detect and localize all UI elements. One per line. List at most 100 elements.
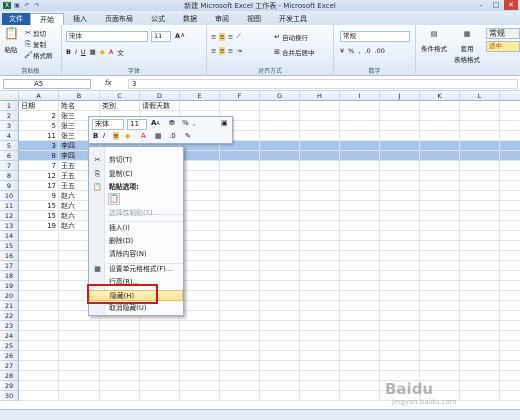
cell[interactable] [420,211,460,221]
cell-c[interactable] [100,341,140,351]
cell[interactable] [380,311,420,321]
cell[interactable] [460,221,500,231]
cell[interactable] [260,291,300,301]
cell-a[interactable] [19,311,59,321]
cell-a[interactable] [19,341,59,351]
cell[interactable] [260,171,300,181]
cell[interactable] [260,301,300,311]
cell[interactable] [460,121,500,131]
cell[interactable] [300,381,340,391]
cell-c[interactable] [100,331,140,341]
cell[interactable] [380,231,420,241]
cell[interactable] [460,211,500,221]
conditional-format-button[interactable]: ▤ 条件格式 [420,30,448,53]
cell[interactable] [220,151,260,161]
cell[interactable] [180,301,220,311]
cell-a[interactable] [19,281,59,291]
cell[interactable] [180,271,220,281]
formula-input[interactable]: 3 [128,79,518,89]
cell[interactable] [220,391,260,401]
cell[interactable] [180,371,220,381]
cell[interactable] [220,311,260,321]
style-normal[interactable]: 常规 [486,28,520,39]
cell[interactable] [460,161,500,171]
cell[interactable] [340,111,380,121]
decrease-decimal-icon[interactable]: .00 [375,47,385,55]
cell[interactable] [260,391,300,401]
select-all-corner[interactable] [0,91,19,101]
fx-icon[interactable]: fx [105,79,112,87]
tab-file[interactable]: 文件 [2,13,30,25]
row-header[interactable]: 23 [0,321,19,331]
cell[interactable] [340,311,380,321]
cell[interactable] [380,141,420,151]
cell-a[interactable] [19,231,59,241]
cell-c[interactable] [100,371,140,381]
mini-grow-font[interactable]: AA [151,119,160,127]
row-header[interactable]: 2 [0,111,19,121]
cell[interactable] [340,221,380,231]
cell[interactable] [340,361,380,371]
cell[interactable] [180,381,220,391]
cell[interactable] [460,381,500,391]
cell-a[interactable] [19,251,59,261]
cell[interactable] [380,211,420,221]
cut-button[interactable]: ✂ 剪切 [24,28,46,38]
cell[interactable] [260,181,300,191]
cell[interactable] [460,191,500,201]
cell[interactable] [380,281,420,291]
cell[interactable] [420,191,460,201]
cell-a[interactable] [19,241,59,251]
cell[interactable] [180,181,220,191]
cell[interactable] [340,371,380,381]
cell[interactable] [460,131,500,141]
cell[interactable] [340,381,380,391]
cell[interactable] [460,391,500,401]
cell[interactable] [180,341,220,351]
tab-home[interactable]: 开始 [30,13,64,25]
cell[interactable] [300,301,340,311]
cell[interactable] [300,241,340,251]
cell[interactable] [340,241,380,251]
cell[interactable] [300,201,340,211]
paste-option-icon[interactable]: 📋 [108,193,120,205]
cell[interactable] [300,171,340,181]
orientation-icon[interactable]: ⟋ [236,32,241,41]
menu-unhide[interactable]: 取消隐藏(U) [89,303,183,314]
cell-a[interactable]: 8 [19,151,59,161]
cell-d[interactable] [140,361,180,371]
cell[interactable] [340,351,380,361]
cell[interactable] [220,351,260,361]
cell[interactable] [340,301,380,311]
cell[interactable] [300,221,340,231]
mini-format-painter-icon[interactable]: ▣ [221,119,228,127]
cell[interactable] [420,251,460,261]
row-header[interactable]: 9 [0,181,19,191]
cell[interactable] [180,261,220,271]
cell[interactable] [300,181,340,191]
cell[interactable] [260,381,300,391]
maximize-icon[interactable]: □ [489,0,503,10]
cell[interactable] [220,191,260,201]
cell[interactable] [180,251,220,261]
cell[interactable] [340,101,380,111]
close-icon[interactable]: ✕ [504,0,518,10]
cell[interactable] [260,341,300,351]
row-header[interactable]: 22 [0,311,19,321]
menu-paste-special[interactable]: 选择性粘贴(S)... [89,208,183,219]
cell-c[interactable]: 类别 [100,101,140,111]
row-header[interactable]: 21 [0,301,19,311]
currency-icon[interactable]: ¥ [340,47,344,55]
phonetic-icon[interactable]: 文 [117,47,124,57]
cell[interactable] [460,241,500,251]
cell[interactable] [260,271,300,281]
tab-review[interactable]: 审阅 [206,13,238,25]
mini-borders-icon[interactable]: ▦ [155,132,162,140]
cell[interactable] [180,211,220,221]
cell[interactable] [180,331,220,341]
cell[interactable] [340,141,380,151]
cell[interactable] [340,391,380,401]
cell[interactable] [380,241,420,251]
mini-fill-icon[interactable]: ◆ [125,132,130,140]
align-bottom-icon[interactable]: ≡ [228,33,233,41]
